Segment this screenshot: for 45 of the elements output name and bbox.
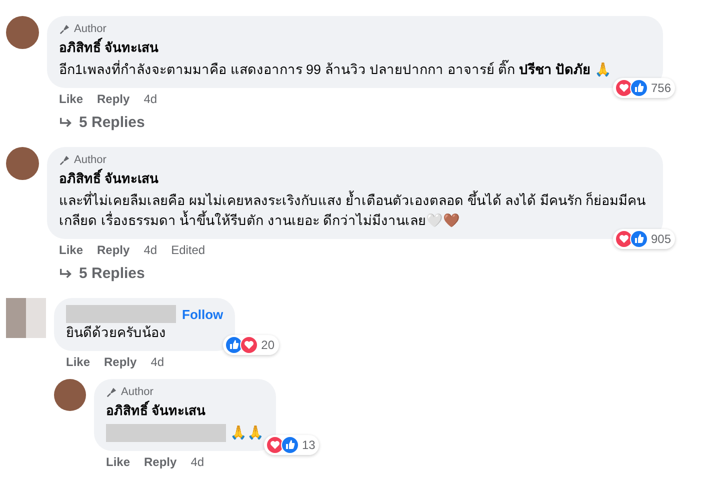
author-label: Author [74,154,106,166]
comment-meta: 4d [150,355,164,369]
avatar[interactable] [6,147,39,180]
reaction-summary[interactable]: 756 [613,78,676,98]
view-replies-link[interactable]: 5 Replies [59,265,728,282]
action-link[interactable]: Like [66,355,90,369]
action-link[interactable]: Reply [97,92,130,106]
author-label: Author [74,23,106,35]
avatar[interactable] [6,16,39,49]
thumbs-up-icon [281,436,299,454]
action-link[interactable]: Like [59,243,84,257]
comment-meta: Edited [171,243,206,257]
action-link[interactable]: Like [59,92,84,106]
action-link[interactable]: Like [106,455,130,469]
commenter-name[interactable]: อภิสิทธิ์ จันทะเสน [59,37,651,58]
comment-text: อีก1เพลงที่กำลังจะตามมาคือ แสดงอาการ 99 ล้านวิว ปลายปากกา อาจารย์ ติ๊ก ปรีชา ปัดภัย 🙏 [59,60,651,80]
commenter-name[interactable]: อภิสิทธิ์ จันทะเสน [106,400,264,421]
microphone-icon [106,386,117,398]
comment-text: 🙏🙏 [230,424,264,442]
reaction-summary[interactable]: 13 [264,435,320,455]
reaction-summary[interactable]: 20 [223,335,279,355]
action-link[interactable]: Reply [97,243,130,257]
microphone-icon [59,154,70,166]
comment-text: และที่ไม่เคยลืมเลยคือ ผมไม่เคยหลงระเริงกับแสง ย้ำเตือนตัวเองตลอด ขึ้นได้ ลงได้ มีคนรัก ก็ย่อมมีคนเกลียด เรื่องธรรมดา น้ำขึ้นให้รีบตัก งานเยอะ ดีกว่าไม่มีงานเลย🤍🤎 [59,191,651,231]
reaction-count: 905 [651,232,672,246]
action-link[interactable]: Reply [104,355,137,369]
comment-meta: 4d [144,243,158,257]
thumbs-up-icon [630,230,648,248]
thumbs-up-icon [630,79,648,97]
comment-text: ยินดีด้วยครับน้อง [66,324,167,342]
avatar[interactable] [54,379,86,411]
reply-arrow-icon [59,268,73,280]
reaction-count: 20 [261,338,275,352]
comment-meta: 4d [144,92,158,106]
commenter-name[interactable]: อภิสิทธิ์ จันทะเสน [59,168,651,189]
action-link[interactable]: Reply [144,455,177,469]
view-replies-link[interactable]: 5 Replies [59,114,728,131]
microphone-icon [59,24,70,34]
reaction-summary[interactable]: 905 [613,229,676,249]
reaction-count: 756 [651,81,672,95]
follow-link[interactable]: Follow [182,306,224,322]
comment-meta: 4d [190,455,204,469]
reaction-count: 13 [302,438,316,452]
reply-arrow-icon [59,116,73,128]
author-label: Author [121,386,154,398]
